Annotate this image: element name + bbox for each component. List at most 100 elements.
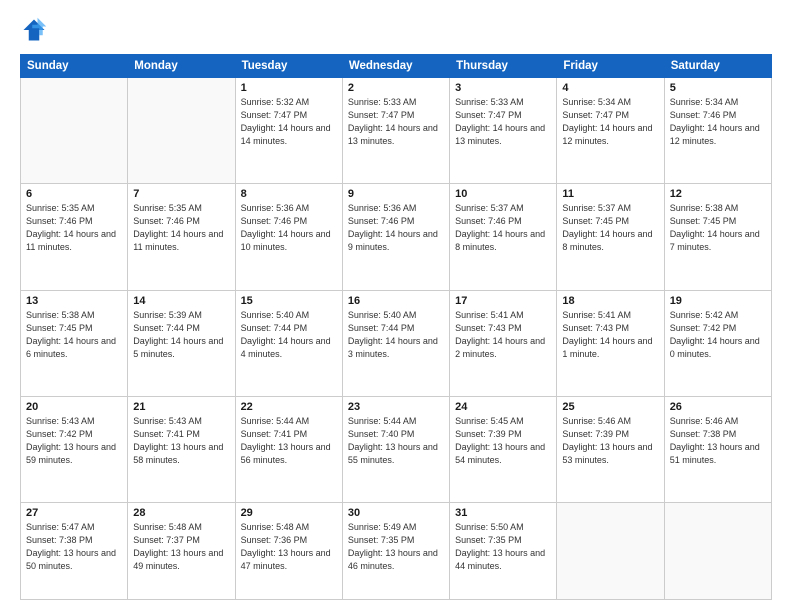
day-info: Sunrise: 5:40 AM Sunset: 7:44 PM Dayligh… bbox=[241, 309, 337, 361]
calendar-cell: 1 Sunrise: 5:32 AM Sunset: 7:47 PM Daylig… bbox=[235, 78, 342, 184]
day-number: 10 bbox=[455, 188, 551, 200]
week-row-2: 6 Sunrise: 5:35 AM Sunset: 7:46 PM Daylig… bbox=[21, 184, 772, 290]
week-row-4: 20 Sunrise: 5:43 AM Sunset: 7:42 PM Dayli… bbox=[21, 396, 772, 502]
day-info: Sunrise: 5:48 AM Sunset: 7:37 PM Dayligh… bbox=[133, 521, 229, 573]
calendar-cell bbox=[557, 503, 664, 600]
day-info: Sunrise: 5:44 AM Sunset: 7:40 PM Dayligh… bbox=[348, 415, 444, 467]
calendar-cell: 2Sunrise: 5:33 AM Sunset: 7:47 PM Daylig… bbox=[342, 78, 449, 184]
day-number: 1 bbox=[241, 82, 337, 94]
calendar-cell: 9 Sunrise: 5:36 AM Sunset: 7:46 PM Daylig… bbox=[342, 184, 449, 290]
calendar-cell: 31 Sunrise: 5:50 AM Sunset: 7:35 PM Dayli… bbox=[450, 503, 557, 600]
day-info: Sunrise: 5:35 AM Sunset: 7:46 PM Dayligh… bbox=[26, 202, 122, 254]
day-number: 25 bbox=[562, 401, 658, 413]
calendar-cell: 11 Sunrise: 5:37 AM Sunset: 7:45 PM Dayli… bbox=[557, 184, 664, 290]
calendar-table: SundayMondayTuesdayWednesdayThursdayFrid… bbox=[20, 54, 772, 600]
day-info: Sunrise: 5:48 AM Sunset: 7:36 PM Dayligh… bbox=[241, 521, 337, 573]
weekday-header-monday: Monday bbox=[128, 55, 235, 78]
day-number: 13 bbox=[26, 295, 122, 307]
day-number: 3 bbox=[455, 82, 551, 94]
calendar-cell: 15 Sunrise: 5:40 AM Sunset: 7:44 PM Dayli… bbox=[235, 290, 342, 396]
day-number: 18 bbox=[562, 295, 658, 307]
calendar-cell: 20 Sunrise: 5:43 AM Sunset: 7:42 PM Dayli… bbox=[21, 396, 128, 502]
day-info: Sunrise: 5:36 AM Sunset: 7:46 PM Dayligh… bbox=[348, 202, 444, 254]
logo-icon bbox=[20, 16, 48, 44]
page: SundayMondayTuesdayWednesdayThursdayFrid… bbox=[0, 0, 792, 612]
calendar-cell: 4 Sunrise: 5:34 AM Sunset: 7:47 PM Daylig… bbox=[557, 78, 664, 184]
day-number: 31 bbox=[455, 507, 551, 519]
calendar-cell: 26 Sunrise: 5:46 AM Sunset: 7:38 PM Dayli… bbox=[664, 396, 771, 502]
calendar-cell: 14Sunrise: 5:39 AM Sunset: 7:44 PM Dayli… bbox=[128, 290, 235, 396]
day-info: Sunrise: 5:37 AM Sunset: 7:46 PM Dayligh… bbox=[455, 202, 551, 254]
calendar-cell: 23 Sunrise: 5:44 AM Sunset: 7:40 PM Dayli… bbox=[342, 396, 449, 502]
calendar-cell: 10 Sunrise: 5:37 AM Sunset: 7:46 PM Dayli… bbox=[450, 184, 557, 290]
day-info: Sunrise: 5:37 AM Sunset: 7:45 PM Dayligh… bbox=[562, 202, 658, 254]
day-info: Sunrise: 5:45 AM Sunset: 7:39 PM Dayligh… bbox=[455, 415, 551, 467]
day-number: 27 bbox=[26, 507, 122, 519]
weekday-header-tuesday: Tuesday bbox=[235, 55, 342, 78]
calendar-cell: 3 Sunrise: 5:33 AM Sunset: 7:47 PM Daylig… bbox=[450, 78, 557, 184]
day-number: 20 bbox=[26, 401, 122, 413]
day-info: Sunrise: 5:43 AM Sunset: 7:42 PM Dayligh… bbox=[26, 415, 122, 467]
calendar-cell: 6 Sunrise: 5:35 AM Sunset: 7:46 PM Daylig… bbox=[21, 184, 128, 290]
day-number: 9 bbox=[348, 188, 444, 200]
day-info: Sunrise: 5:42 AM Sunset: 7:42 PM Dayligh… bbox=[670, 309, 766, 361]
day-number: 12 bbox=[670, 188, 766, 200]
day-number: 19 bbox=[670, 295, 766, 307]
day-info: Sunrise: 5:38 AM Sunset: 7:45 PM Dayligh… bbox=[26, 309, 122, 361]
calendar-cell: 8 Sunrise: 5:36 AM Sunset: 7:46 PM Daylig… bbox=[235, 184, 342, 290]
day-number: 6 bbox=[26, 188, 122, 200]
day-number: 30 bbox=[348, 507, 444, 519]
day-info: Sunrise: 5:46 AM Sunset: 7:39 PM Dayligh… bbox=[562, 415, 658, 467]
calendar-cell: 12 Sunrise: 5:38 AM Sunset: 7:45 PM Dayli… bbox=[664, 184, 771, 290]
day-number: 2 bbox=[348, 82, 444, 94]
day-info: Sunrise: 5:46 AM Sunset: 7:38 PM Dayligh… bbox=[670, 415, 766, 467]
day-number: 4 bbox=[562, 82, 658, 94]
day-number: 29 bbox=[241, 507, 337, 519]
day-number: 8 bbox=[241, 188, 337, 200]
calendar-cell: 16 Sunrise: 5:40 AM Sunset: 7:44 PM Dayli… bbox=[342, 290, 449, 396]
day-info: Sunrise: 5:41 AM Sunset: 7:43 PM Dayligh… bbox=[562, 309, 658, 361]
day-info: Sunrise: 5:44 AM Sunset: 7:41 PM Dayligh… bbox=[241, 415, 337, 467]
day-number: 15 bbox=[241, 295, 337, 307]
day-info: Sunrise: 5:50 AM Sunset: 7:35 PM Dayligh… bbox=[455, 521, 551, 573]
header bbox=[20, 16, 772, 44]
calendar-cell bbox=[664, 503, 771, 600]
weekday-header-thursday: Thursday bbox=[450, 55, 557, 78]
week-row-3: 13 Sunrise: 5:38 AM Sunset: 7:45 PM Dayli… bbox=[21, 290, 772, 396]
calendar-cell: 30Sunrise: 5:49 AM Sunset: 7:35 PM Dayli… bbox=[342, 503, 449, 600]
day-info: Sunrise: 5:39 AM Sunset: 7:44 PM Dayligh… bbox=[133, 309, 229, 361]
calendar-cell bbox=[128, 78, 235, 184]
day-number: 22 bbox=[241, 401, 337, 413]
day-info: Sunrise: 5:35 AM Sunset: 7:46 PM Dayligh… bbox=[133, 202, 229, 254]
day-number: 26 bbox=[670, 401, 766, 413]
day-info: Sunrise: 5:38 AM Sunset: 7:45 PM Dayligh… bbox=[670, 202, 766, 254]
calendar-cell: 5Sunrise: 5:34 AM Sunset: 7:46 PM Daylig… bbox=[664, 78, 771, 184]
day-info: Sunrise: 5:41 AM Sunset: 7:43 PM Dayligh… bbox=[455, 309, 551, 361]
day-number: 17 bbox=[455, 295, 551, 307]
logo bbox=[20, 16, 52, 44]
day-number: 28 bbox=[133, 507, 229, 519]
weekday-header-wednesday: Wednesday bbox=[342, 55, 449, 78]
calendar-cell: 28 Sunrise: 5:48 AM Sunset: 7:37 PM Dayli… bbox=[128, 503, 235, 600]
calendar-cell: 29 Sunrise: 5:48 AM Sunset: 7:36 PM Dayli… bbox=[235, 503, 342, 600]
calendar-cell: 19 Sunrise: 5:42 AM Sunset: 7:42 PM Dayli… bbox=[664, 290, 771, 396]
week-row-1: 1 Sunrise: 5:32 AM Sunset: 7:47 PM Daylig… bbox=[21, 78, 772, 184]
weekday-header-friday: Friday bbox=[557, 55, 664, 78]
day-info: Sunrise: 5:32 AM Sunset: 7:47 PM Dayligh… bbox=[241, 96, 337, 148]
calendar-cell: 7Sunrise: 5:35 AM Sunset: 7:46 PM Daylig… bbox=[128, 184, 235, 290]
day-info: Sunrise: 5:34 AM Sunset: 7:47 PM Dayligh… bbox=[562, 96, 658, 148]
calendar-cell: 17 Sunrise: 5:41 AM Sunset: 7:43 PM Dayli… bbox=[450, 290, 557, 396]
calendar-cell bbox=[21, 78, 128, 184]
day-number: 16 bbox=[348, 295, 444, 307]
day-number: 11 bbox=[562, 188, 658, 200]
day-info: Sunrise: 5:33 AM Sunset: 7:47 PM Dayligh… bbox=[455, 96, 551, 148]
week-row-5: 27Sunrise: 5:47 AM Sunset: 7:38 PM Dayli… bbox=[21, 503, 772, 600]
day-info: Sunrise: 5:34 AM Sunset: 7:46 PM Dayligh… bbox=[670, 96, 766, 148]
day-number: 23 bbox=[348, 401, 444, 413]
day-info: Sunrise: 5:36 AM Sunset: 7:46 PM Dayligh… bbox=[241, 202, 337, 254]
day-info: Sunrise: 5:40 AM Sunset: 7:44 PM Dayligh… bbox=[348, 309, 444, 361]
day-number: 21 bbox=[133, 401, 229, 413]
weekday-header-row: SundayMondayTuesdayWednesdayThursdayFrid… bbox=[21, 55, 772, 78]
calendar-cell: 21Sunrise: 5:43 AM Sunset: 7:41 PM Dayli… bbox=[128, 396, 235, 502]
weekday-header-sunday: Sunday bbox=[21, 55, 128, 78]
